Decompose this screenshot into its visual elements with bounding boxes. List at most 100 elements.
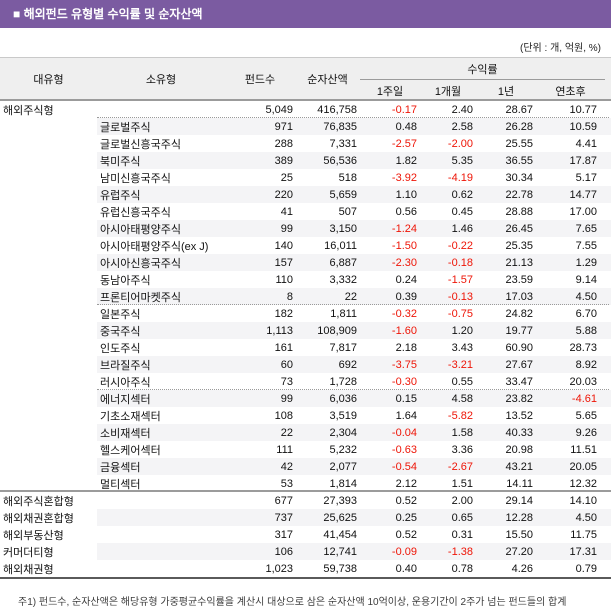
cell-return-1week: -3.75 — [391, 358, 417, 371]
cell-fund-count: 108 — [274, 409, 293, 422]
table-row: 금융섹터 42 2,077 -0.54 -2.67 43.21 20.05 — [0, 458, 611, 475]
cell-return-1month: 1.20 — [451, 324, 473, 337]
cell-small-type: 인도주식 — [100, 342, 141, 355]
cell-return-1week: 0.56 — [395, 205, 417, 218]
cell-net-assets: 27,393 — [323, 494, 357, 507]
cell-return-1month: -0.75 — [447, 307, 473, 320]
cell-net-assets: 692 — [338, 358, 357, 371]
cell-small-type: 멀티섹터 — [100, 478, 141, 491]
cell-return-1year: 30.34 — [505, 171, 533, 184]
cell-net-assets: 1,811 — [330, 307, 357, 320]
cell-return-1month: -0.18 — [447, 256, 473, 269]
table-row: 아시아태평양주식 99 3,150 -1.24 1.46 26.45 7.65 — [0, 220, 611, 237]
unit-note: (단위 : 개, 억원, %) — [520, 43, 601, 54]
table-row: 에너지섹터 99 6,036 0.15 4.58 23.82 -4.61 — [0, 390, 611, 407]
cell-small-type: 프론티어마켓주식 — [100, 291, 181, 304]
cell-net-assets: 12,741 — [323, 545, 357, 558]
table-row: 남미신흥국주식 25 518 -3.92 -4.19 30.34 5.17 — [0, 169, 611, 186]
cell-return-1week: 0.25 — [395, 511, 417, 524]
cell-small-type: 일본주식 — [100, 308, 141, 321]
cell-return-1year: 25.55 — [505, 137, 533, 150]
cell-small-type: 유럽주식 — [100, 189, 141, 202]
table-row: 멀티섹터 53 1,814 2.12 1.51 14.11 12.32 — [0, 475, 611, 492]
cell-return-ytd: 20.03 — [569, 375, 597, 388]
cell-fund-count: 22 — [280, 426, 293, 439]
column-header-1month: 1개월 — [434, 85, 462, 98]
page-title: ■ 해외펀드 유형별 수익률 및 순자산액 — [13, 7, 203, 21]
table-body: 해외주식형 5,049 416,758 -0.17 2.40 28.67 10.… — [0, 101, 611, 577]
table-row: 해외부동산형 317 41,454 0.52 0.31 15.50 11.75 — [0, 526, 611, 543]
cell-return-1week: -0.30 — [391, 375, 417, 388]
table-row: 유럽주식 220 5,659 1.10 0.62 22.78 14.77 — [0, 186, 611, 203]
cell-fund-count: 288 — [274, 137, 293, 150]
column-header-large-type: 대유형 — [33, 73, 64, 86]
report-page: ■ 해외펀드 유형별 수익률 및 순자산액 (단위 : 개, 억원, %) 대유… — [0, 0, 611, 615]
cell-large-type: 해외채권혼합형 — [3, 512, 74, 525]
cell-fund-count: 677 — [274, 494, 293, 507]
column-header-returns: 수익률 — [360, 58, 605, 80]
cell-return-1year: 27.67 — [505, 358, 533, 371]
table-row: 헬스케어섹터 111 5,232 -0.63 3.36 20.98 11.51 — [0, 441, 611, 458]
column-header-fund-count: 펀드수 — [244, 73, 276, 86]
cell-fund-count: 5,049 — [265, 103, 293, 116]
cell-return-1month: 0.78 — [451, 562, 473, 575]
cell-return-1week: 1.64 — [395, 409, 417, 422]
cell-return-1year: 40.33 — [505, 426, 533, 439]
footnote: 주1) 펀드수, 순자산액은 해당유형 가중평균수익률을 계산시 대상으로 삼은… — [18, 597, 567, 608]
cell-return-1year: 60.90 — [505, 341, 533, 354]
cell-return-1month: 1.46 — [451, 222, 473, 235]
column-header-1year: 1년 — [497, 85, 515, 98]
table-row: 러시아주식 73 1,728 -0.30 0.55 33.47 20.03 — [0, 373, 611, 390]
cell-small-type: 동남아주식 — [100, 274, 151, 287]
cell-fund-count: 737 — [274, 511, 293, 524]
column-header-1week: 1주일 — [376, 85, 404, 98]
cell-return-1month: 2.00 — [451, 494, 473, 507]
cell-return-1week: 0.15 — [395, 392, 417, 405]
cell-return-1month: 1.51 — [451, 477, 473, 490]
cell-return-ytd: 7.55 — [575, 239, 597, 252]
cell-return-1week: 1.10 — [395, 188, 417, 201]
cell-small-type: 브라질주식 — [100, 359, 151, 372]
cell-return-1year: 23.82 — [505, 392, 533, 405]
cell-return-1week: 2.12 — [395, 477, 417, 490]
cell-net-assets: 1,814 — [329, 477, 357, 490]
cell-return-ytd: 12.32 — [569, 477, 597, 490]
column-header-ytd: 연초후 — [555, 85, 586, 98]
cell-fund-count: 41 — [280, 205, 293, 218]
cell-net-assets: 7,817 — [329, 341, 357, 354]
cell-fund-count: 60 — [280, 358, 293, 371]
table-row: 브라질주식 60 692 -3.75 -3.21 27.67 8.92 — [0, 356, 611, 373]
cell-return-1month: 0.31 — [451, 528, 473, 541]
table-row: 기초소재섹터 108 3,519 1.64 -5.82 13.52 5.65 — [0, 407, 611, 424]
table-row: 중국주식 1,113 108,909 -1.60 1.20 19.77 5.88 — [0, 322, 611, 339]
cell-fund-count: 111 — [276, 443, 293, 456]
cell-small-type: 글로벌주식 — [100, 121, 151, 134]
cell-net-assets: 2,077 — [329, 460, 357, 473]
cell-return-ytd: 11.51 — [570, 443, 597, 456]
cell-return-1week: -1.50 — [391, 239, 417, 252]
cell-net-assets: 16,011 — [324, 239, 357, 252]
cell-return-1year: 19.77 — [505, 324, 533, 337]
cell-fund-count: 99 — [280, 222, 293, 235]
report-title-bar: ■ 해외펀드 유형별 수익률 및 순자산액 — [0, 0, 611, 28]
table-row: 동남아주식 110 3,332 0.24 -1.57 23.59 9.14 — [0, 271, 611, 288]
cell-return-1month: -1.57 — [447, 273, 473, 286]
cell-return-ytd: 4.50 — [575, 290, 597, 303]
cell-return-1week: -0.04 — [391, 426, 417, 439]
cell-fund-count: 971 — [274, 120, 293, 133]
cell-small-type: 에너지섹터 — [100, 393, 151, 406]
cell-return-1month: 0.62 — [451, 188, 473, 201]
cell-return-ytd: 17.87 — [569, 154, 597, 167]
cell-return-1year: 36.55 — [505, 154, 533, 167]
cell-small-type: 아시아신흥국주식 — [100, 257, 181, 270]
table-row: 해외채권형 1,023 59,738 0.40 0.78 4.26 0.79 — [0, 560, 611, 577]
cell-return-1week: -0.63 — [391, 443, 417, 456]
cell-fund-count: 1,023 — [265, 562, 293, 575]
table-row: 커머더티형 106 12,741 -0.09 -1.38 27.20 17.31 — [0, 543, 611, 560]
cell-return-ytd: 6.70 — [575, 307, 597, 320]
cell-return-1month: 4.58 — [451, 392, 473, 405]
cell-net-assets: 22 — [344, 290, 357, 303]
cell-return-ytd: 4.50 — [575, 511, 597, 524]
cell-return-ytd: 0.79 — [575, 562, 597, 575]
cell-return-ytd: 7.65 — [575, 222, 597, 235]
